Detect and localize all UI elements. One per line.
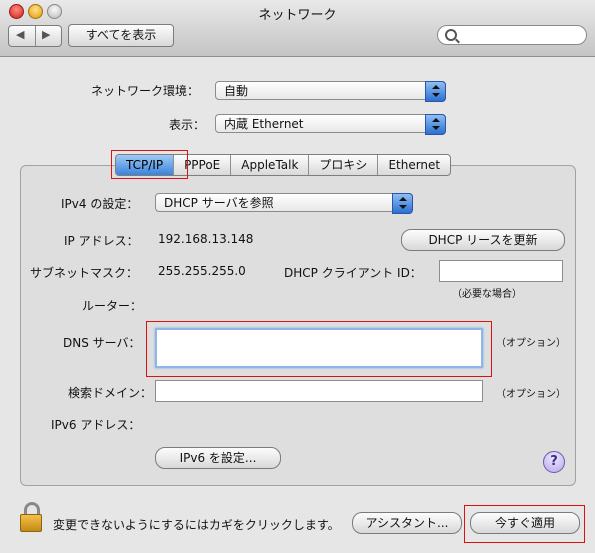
search-domain-field[interactable]: [155, 380, 483, 402]
subnet-mask-value: 255.255.255.0: [158, 264, 246, 278]
ipv4-config-value: DHCP サーバを参照: [164, 196, 274, 210]
popup-arrows-icon: [425, 81, 446, 102]
search-field[interactable]: [437, 25, 587, 45]
show-value: 内蔵 Ethernet: [224, 117, 304, 131]
dhcp-client-id-label: DHCP クライアント ID：: [284, 266, 422, 280]
renew-dhcp-lease-button[interactable]: DHCP リースを更新: [401, 229, 565, 251]
show-all-button[interactable]: すべてを表示: [68, 24, 174, 47]
title-toolbar: ネットワーク ◀ ▶ すべてを表示: [0, 0, 595, 57]
dhcp-client-id-field[interactable]: [439, 260, 563, 282]
search-icon: [445, 29, 457, 41]
location-label: ネットワーク環境：: [91, 84, 200, 98]
help-icon[interactable]: ?: [543, 451, 565, 473]
dns-server-label: DNS サーバ：: [63, 336, 141, 350]
nav-divider: [35, 26, 36, 46]
tab-tcpip[interactable]: TCP/IP: [116, 155, 174, 175]
dns-server-field[interactable]: [155, 328, 483, 368]
tab-bar: TCP/IP PPPoE AppleTalk プロキシ Ethernet: [115, 154, 452, 176]
ip-address-label: IP アドレス：: [64, 234, 139, 248]
ipv6-address-label: IPv6 アドレス：: [51, 418, 141, 432]
configure-ipv6-button[interactable]: IPv6 を設定...: [155, 447, 281, 469]
tab-pppoe[interactable]: PPPoE: [173, 155, 230, 175]
lock-icon[interactable]: [20, 502, 44, 532]
back-arrow-icon[interactable]: ◀: [16, 28, 24, 41]
ipv4-config-label: IPv4 の設定：: [61, 197, 139, 211]
search-domain-optional-note: （オプション）: [496, 389, 566, 400]
window-title: ネットワーク: [258, 8, 337, 23]
network-preferences-window: ネットワーク ◀ ▶ すべてを表示 ネットワーク環境： 自動 表示： 内蔵 Et…: [0, 0, 595, 553]
search-domain-label: 検索ドメイン：: [68, 386, 153, 400]
location-value: 自動: [224, 84, 249, 98]
assistant-button[interactable]: アシスタント...: [352, 512, 462, 534]
required-note: （必要な場合）: [452, 289, 522, 300]
settings-panel: [20, 165, 576, 486]
apply-now-button[interactable]: 今すぐ適用: [470, 512, 580, 534]
lock-body: [20, 514, 42, 532]
show-popup[interactable]: 内蔵 Ethernet: [215, 114, 446, 135]
back-forward-control[interactable]: ◀ ▶: [8, 25, 62, 47]
tab-proxy[interactable]: プロキシ: [308, 155, 377, 175]
subnet-mask-label: サブネットマスク：: [30, 266, 139, 280]
lock-hint-text: 変更できないようにするにはカギをクリックします。: [53, 518, 340, 532]
router-label: ルーター：: [82, 299, 143, 313]
tab-appletalk[interactable]: AppleTalk: [230, 155, 308, 175]
popup-arrows-icon: [392, 193, 413, 214]
ipv4-config-popup[interactable]: DHCP サーバを参照: [155, 193, 413, 214]
popup-arrows-icon: [425, 114, 446, 135]
forward-arrow-icon[interactable]: ▶: [42, 28, 50, 41]
ip-address-value: 192.168.13.148: [158, 232, 254, 246]
dns-optional-note: （オプション）: [496, 338, 566, 349]
tab-ethernet[interactable]: Ethernet: [377, 155, 450, 175]
show-label: 表示：: [169, 118, 206, 132]
location-popup[interactable]: 自動: [215, 81, 446, 102]
